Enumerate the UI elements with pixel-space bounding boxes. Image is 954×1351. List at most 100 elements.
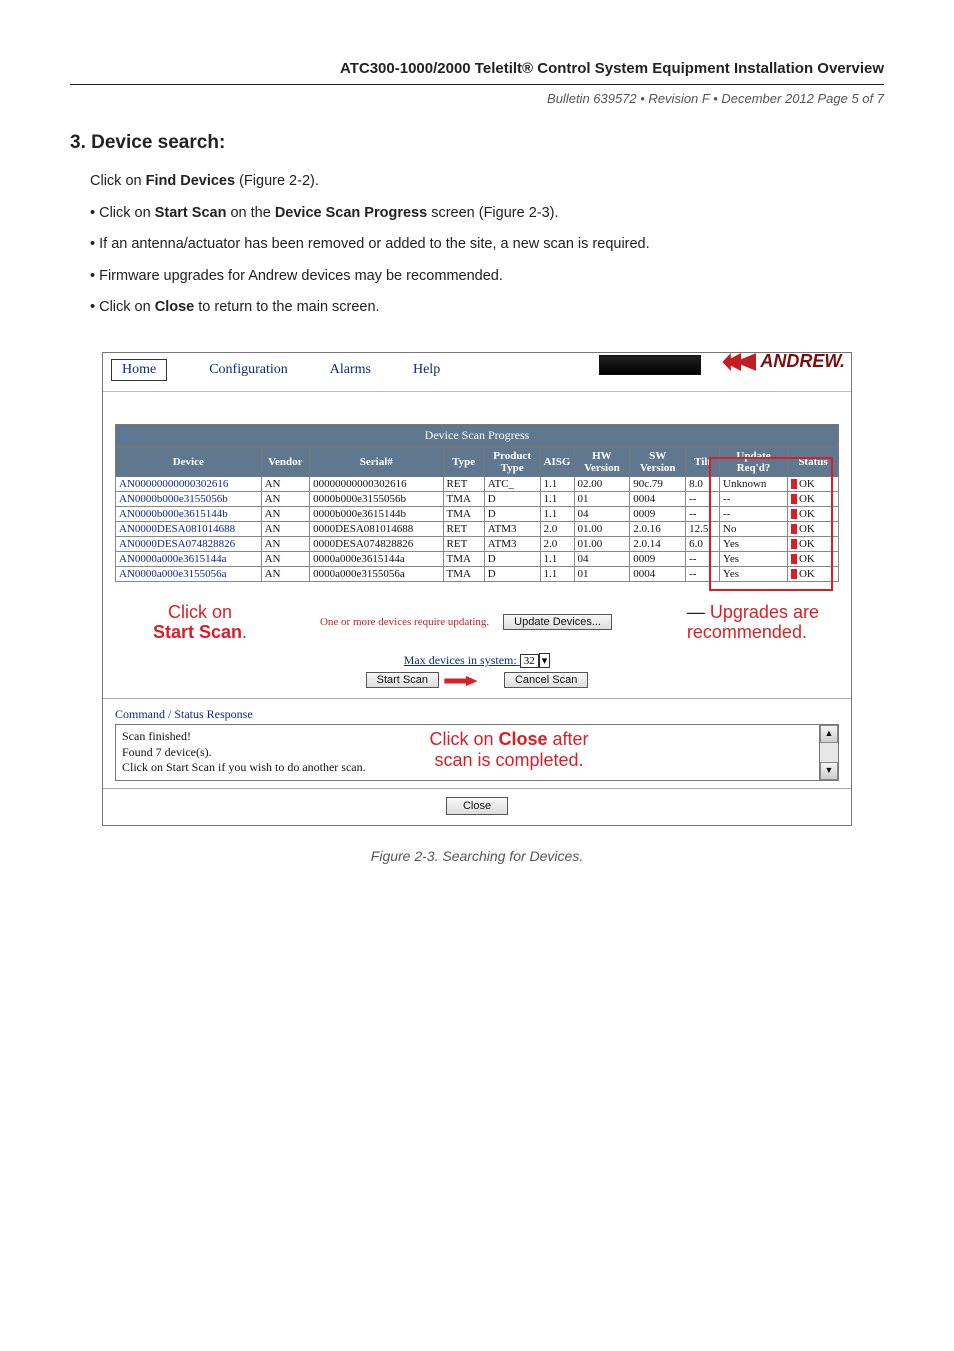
cell-tilt: -- <box>686 566 720 581</box>
cell-hw: 04 <box>574 506 630 521</box>
cell-ptype: D <box>484 491 540 506</box>
scroll-up-icon[interactable]: ▲ <box>820 725 838 743</box>
cmd-l2: Found 7 device(s). <box>122 745 212 759</box>
cell-device: AN0000a000e3155056a <box>116 566 262 581</box>
cell-upd: No <box>720 521 788 536</box>
cell-type: RET <box>443 476 484 491</box>
col-ptype[interactable]: Product Type <box>484 447 540 476</box>
cell-tilt: 8.0 <box>686 476 720 491</box>
menu-home[interactable]: Home <box>111 359 167 381</box>
cell-status: OK <box>787 491 838 506</box>
cell-vendor: AN <box>261 491 310 506</box>
header-rule <box>70 84 884 85</box>
cell-sw: 0009 <box>630 551 686 566</box>
start-scan-button[interactable]: Start Scan <box>366 672 439 688</box>
upg-l2: recommended. <box>687 622 807 642</box>
col-vendor[interactable]: Vendor <box>261 447 310 476</box>
cell-serial: 0000DESA074828826 <box>310 536 443 551</box>
table-row[interactable]: AN0000a000e3155056aAN0000a000e3155056aTM… <box>116 566 839 581</box>
b1-bold1: Start Scan <box>155 205 227 221</box>
cell-aisc: 1.1 <box>540 551 574 566</box>
textarea-scrollbar[interactable]: ▲ ▼ <box>819 725 838 780</box>
cell-ptype: D <box>484 551 540 566</box>
doc-header-meta: Bulletin 639572 • Revision F • December … <box>70 91 884 106</box>
menu-alarms[interactable]: Alarms <box>330 362 371 378</box>
cell-upd: Unknown <box>720 476 788 491</box>
cell-sw: 0004 <box>630 566 686 581</box>
cell-aisc: 2.0 <box>540 536 574 551</box>
menubar: Home Configuration Alarms Help ANDREW. <box>103 353 851 392</box>
table-row[interactable]: AN0000a000e3615144aAN0000a000e3615144aTM… <box>116 551 839 566</box>
status-led-icon <box>791 554 797 564</box>
b4-post: to return to the main screen. <box>194 299 379 315</box>
max-devices-input[interactable]: 32 <box>520 654 539 668</box>
menu-configuration[interactable]: Configuration <box>209 362 288 378</box>
cell-upd: -- <box>720 491 788 506</box>
cell-ptype: ATM3 <box>484 521 540 536</box>
cell-status: OK <box>787 506 838 521</box>
cell-status: OK <box>787 566 838 581</box>
cell-sw: 2.0.14 <box>630 536 686 551</box>
cancel-scan-button[interactable]: Cancel Scan <box>504 672 588 688</box>
annot-upgrades-recommended: — Upgrades are recommended. <box>687 602 819 643</box>
doc-header-title: ATC300-1000/2000 Teletilt® Control Syste… <box>70 60 884 81</box>
table-row[interactable]: AN0000b000e3155056bAN0000b000e3155056bTM… <box>116 491 839 506</box>
col-type[interactable]: Type <box>443 447 484 476</box>
cell-upd: Yes <box>720 566 788 581</box>
annot-click-start-scan: Click on Start Scan. <box>153 602 247 643</box>
scan-table-zone: Device Scan Progress Device Vendor Seria… <box>103 418 851 584</box>
col-serial[interactable]: Serial# <box>310 447 443 476</box>
col-aisc[interactable]: AISG <box>540 447 574 476</box>
table-row[interactable]: AN00000000000302616AN00000000000302616RE… <box>116 476 839 491</box>
bullet-4: • Click on Close to return to the main s… <box>90 294 884 322</box>
command-status-box: Scan finished! Found 7 device(s). Click … <box>115 724 839 781</box>
col-upd[interactable]: Update Req'd? <box>720 447 788 476</box>
cell-device: AN0000b000e3155056b <box>116 491 262 506</box>
update-devices-area: One or more devices require updating. Up… <box>320 614 614 630</box>
bullet-3: • Firmware upgrades for Andrew devices m… <box>90 263 884 291</box>
col-sw[interactable]: SW Version <box>630 447 686 476</box>
cell-aisc: 1.1 <box>540 566 574 581</box>
cell-serial: 0000DESA081014688 <box>310 521 443 536</box>
b1-mid: on the <box>226 205 274 221</box>
spinner-icon[interactable]: ▾ <box>539 653 551 668</box>
scan-table-header-row: Device Vendor Serial# Type Product Type … <box>116 447 839 476</box>
cell-device: AN00000000000302616 <box>116 476 262 491</box>
b1-post: screen (Figure 2-3). <box>427 205 558 221</box>
cell-status: OK <box>787 536 838 551</box>
upg-l1: Upgrades are <box>710 602 819 622</box>
menu-help[interactable]: Help <box>413 362 440 378</box>
cell-device: AN0000b000e3615144b <box>116 506 262 521</box>
status-led-icon <box>791 539 797 549</box>
cell-ptype: D <box>484 566 540 581</box>
cell-hw: 01 <box>574 491 630 506</box>
cell-upd: -- <box>720 506 788 521</box>
cell-tilt: 6.0 <box>686 536 720 551</box>
col-hw[interactable]: HW Version <box>574 447 630 476</box>
table-row[interactable]: AN0000b000e3615144bAN0000b000e3615144bTM… <box>116 506 839 521</box>
status-led-icon <box>791 524 797 534</box>
intro-bold: Find Devices <box>146 173 235 189</box>
cell-aisc: 1.1 <box>540 506 574 521</box>
status-led-icon <box>791 509 797 519</box>
cell-ptype: ATM3 <box>484 536 540 551</box>
scroll-down-icon[interactable]: ▼ <box>820 762 838 780</box>
close-button[interactable]: Close <box>446 797 508 815</box>
cell-aisc: 2.0 <box>540 521 574 536</box>
col-status[interactable]: Status <box>787 447 838 476</box>
section-body: Click on Find Devices (Figure 2-2). • Cl… <box>90 168 884 322</box>
col-tilt[interactable]: Tilt <box>686 447 720 476</box>
cell-type: RET <box>443 536 484 551</box>
max-devices-label: Max devices in system: <box>404 653 517 667</box>
table-row[interactable]: AN0000DESA074828826AN0000DESA074828826RE… <box>116 536 839 551</box>
table-row[interactable]: AN0000DESA081014688AN0000DESA081014688RE… <box>116 521 839 536</box>
cell-device: AN0000DESA081014688 <box>116 521 262 536</box>
cell-type: TMA <box>443 506 484 521</box>
col-device[interactable]: Device <box>116 447 262 476</box>
cell-hw: 04 <box>574 551 630 566</box>
update-devices-button[interactable]: Update Devices... <box>503 614 612 630</box>
cell-device: AN0000a000e3615144a <box>116 551 262 566</box>
cell-serial: 0000a000e3615144a <box>310 551 443 566</box>
cell-sw: 2.0.16 <box>630 521 686 536</box>
brand-text: ANDREW. <box>760 351 845 371</box>
